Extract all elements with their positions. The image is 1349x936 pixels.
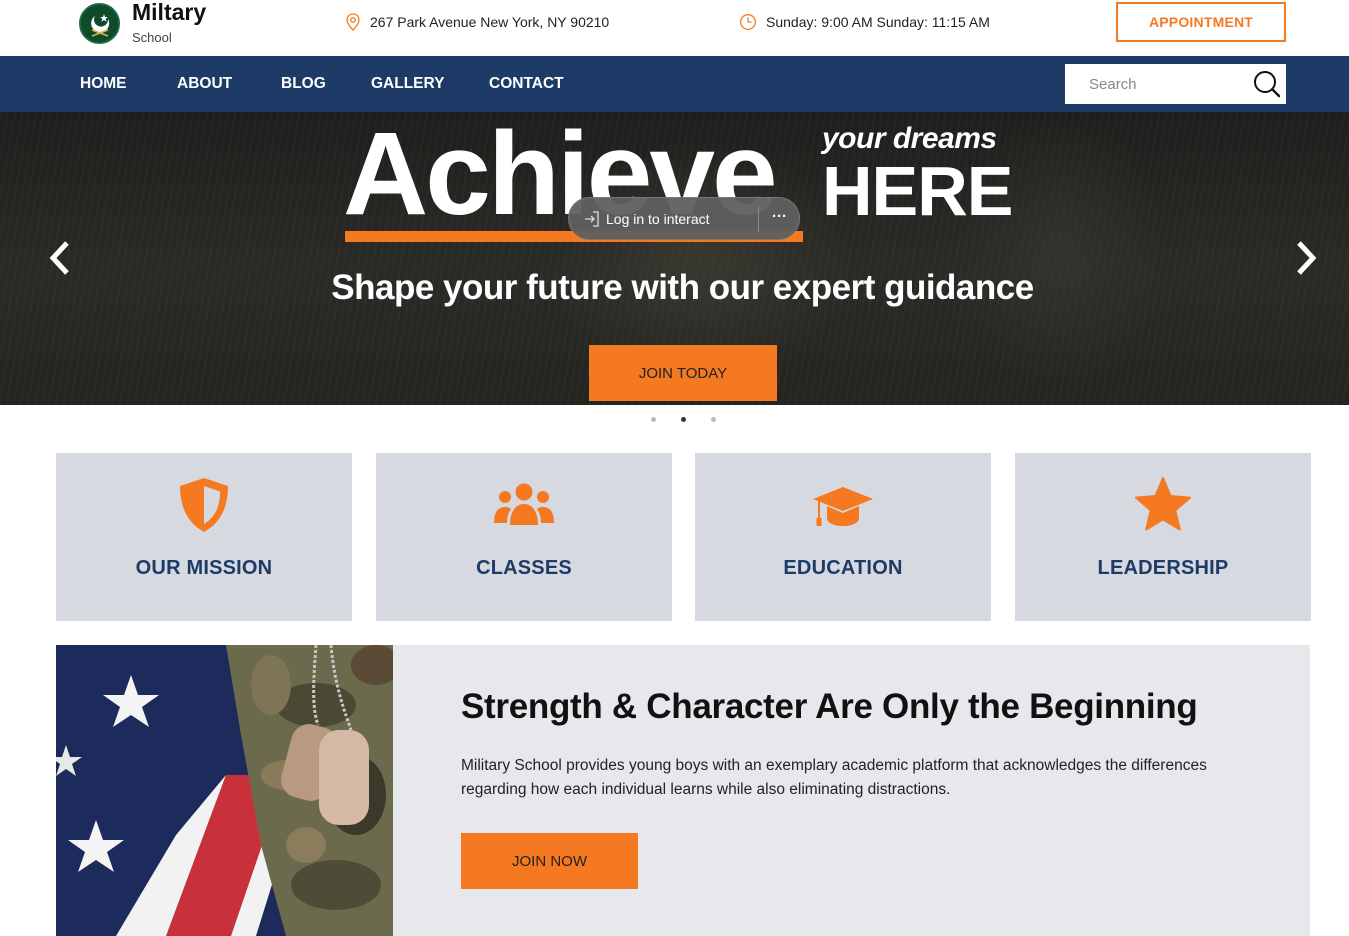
join-now-button[interactable]: JOIN NOW xyxy=(461,833,638,889)
map-pin-icon xyxy=(346,13,360,31)
feature-label: OUR MISSION xyxy=(135,557,273,579)
flag-dog-tags-image xyxy=(56,645,393,936)
appointment-button[interactable]: APPOINTMENT xyxy=(1116,2,1286,42)
feature-card-education[interactable]: EDUCATION xyxy=(695,453,991,621)
search-box xyxy=(1065,64,1286,104)
hours-info: Sunday: 9:00 AM Sunday: 11:15 AM xyxy=(739,13,990,31)
chevron-right-icon[interactable] xyxy=(1291,238,1321,278)
feature-card-leadership[interactable]: LEADERSHIP xyxy=(1015,453,1311,621)
feature-label: EDUCATION xyxy=(783,557,903,579)
feature-label: LEADERSHIP xyxy=(1097,557,1229,579)
feature-label: CLASSES xyxy=(476,557,572,579)
hours-text: Sunday: 9:00 AM Sunday: 11:15 AM xyxy=(766,14,990,30)
nav-item-about[interactable]: ABOUT xyxy=(177,75,232,93)
hero-subtitle: Shape your future with our expert guidan… xyxy=(331,268,1034,307)
nav-item-home[interactable]: HOME xyxy=(80,75,127,93)
hero-tagline: your dreams xyxy=(822,122,997,155)
login-label: Log in to interact xyxy=(606,210,710,227)
main-nav: HOME ABOUT BLOG GALLERY CONTACT xyxy=(0,56,1349,112)
chevron-left-icon[interactable] xyxy=(45,238,75,278)
about-section: Strength & Character Are Only the Beginn… xyxy=(56,645,1310,936)
hero-headline-secondary: HERE xyxy=(822,152,1013,230)
feature-card-mission[interactable]: OUR MISSION xyxy=(56,453,352,621)
address-info: 267 Park Avenue New York, NY 90210 xyxy=(345,13,609,31)
logo-emblem-icon[interactable] xyxy=(79,3,120,44)
top-bar: Miltary School 267 Park Avenue New York,… xyxy=(0,0,1349,56)
more-options-icon[interactable]: ··· xyxy=(772,208,787,225)
join-today-button[interactable]: JOIN TODAY xyxy=(589,345,777,401)
clock-icon xyxy=(740,14,756,30)
login-arrow-icon xyxy=(585,210,599,227)
slider-dot-2[interactable] xyxy=(681,417,686,422)
search-icon[interactable] xyxy=(1252,69,1282,99)
users-icon xyxy=(494,483,554,525)
brand-subtitle: School xyxy=(132,30,172,45)
graduation-cap-icon xyxy=(813,487,873,526)
nav-item-blog[interactable]: BLOG xyxy=(281,75,326,93)
address-text: 267 Park Avenue New York, NY 90210 xyxy=(370,14,610,30)
star-icon xyxy=(1135,477,1191,531)
nav-item-contact[interactable]: CONTACT xyxy=(489,75,564,93)
search-input[interactable] xyxy=(1089,75,1259,93)
hero-slider: Achieve your dreams HERE Shape your futu… xyxy=(0,112,1349,405)
shield-icon xyxy=(180,478,228,532)
slider-dot-3[interactable] xyxy=(711,417,716,422)
nav-item-gallery[interactable]: GALLERY xyxy=(371,75,444,93)
slider-dot-1[interactable] xyxy=(651,417,656,422)
brand-title[interactable]: Miltary xyxy=(132,0,206,26)
about-description: Military School provides young boys with… xyxy=(461,757,1207,798)
login-overlay[interactable]: Log in to interact ··· xyxy=(568,197,800,240)
feature-card-classes[interactable]: CLASSES xyxy=(376,453,672,621)
overlay-divider xyxy=(758,207,759,232)
about-title: Strength & Character Are Only the Beginn… xyxy=(461,687,1198,726)
